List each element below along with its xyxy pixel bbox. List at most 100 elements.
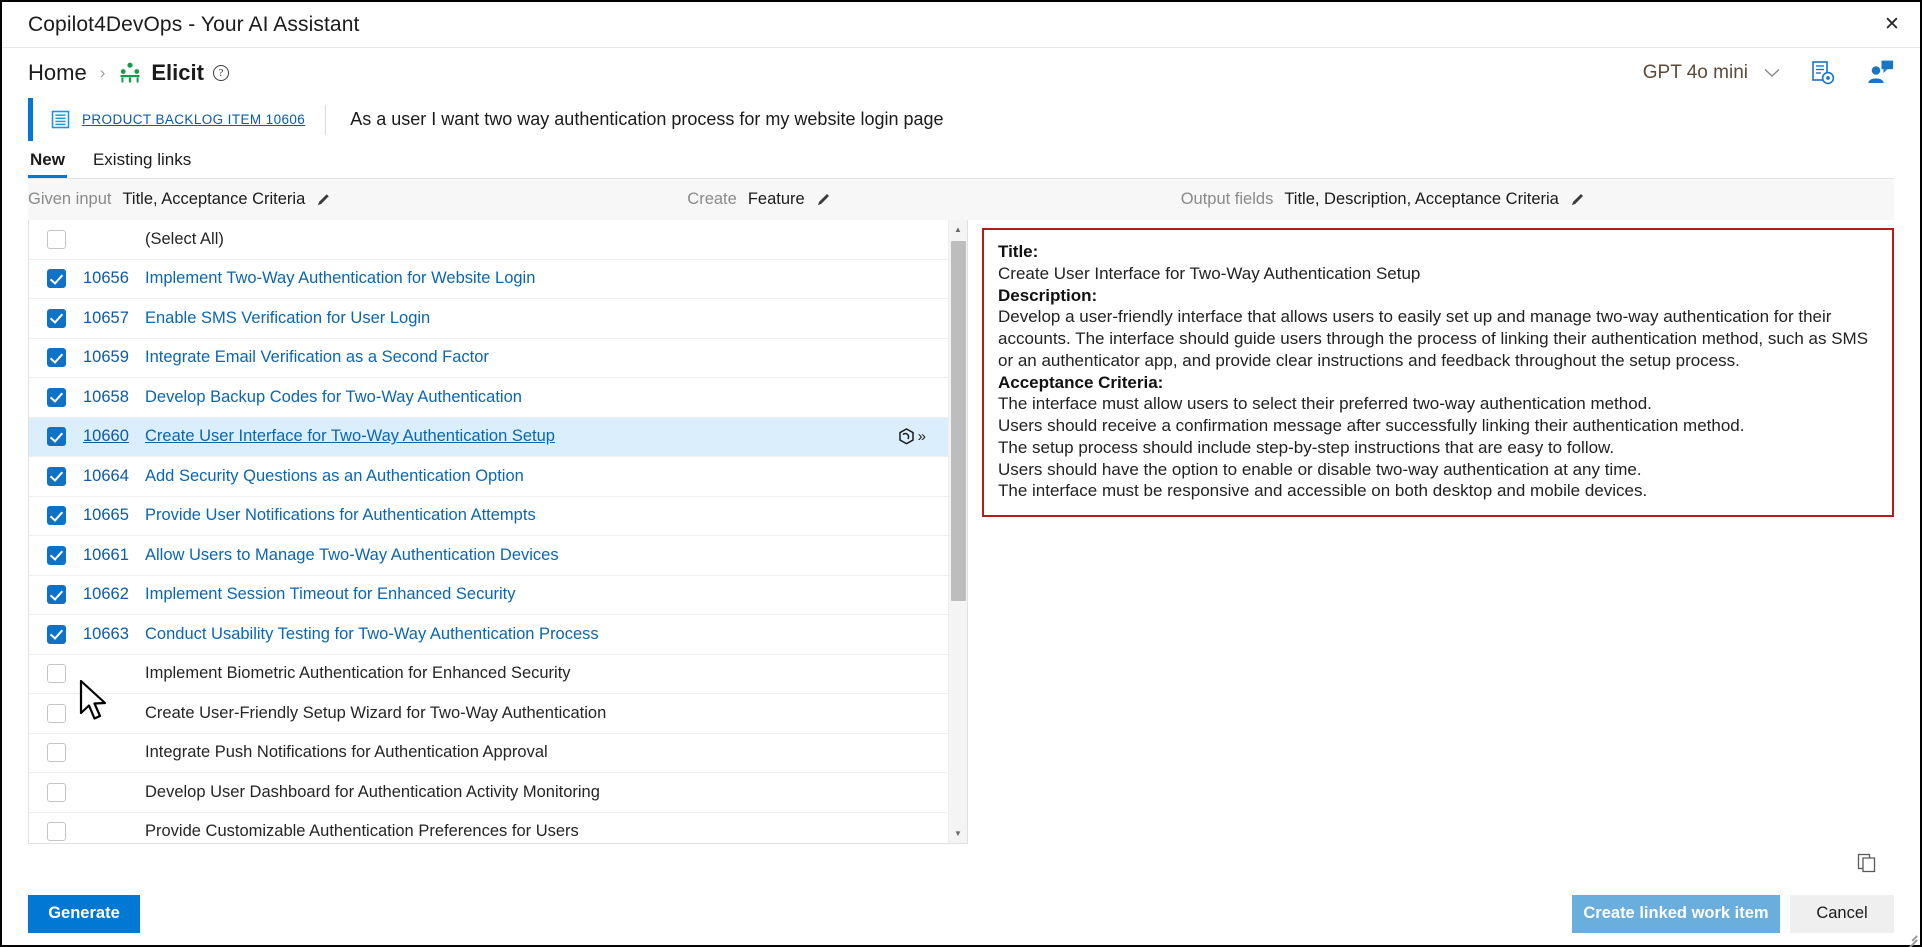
create-linked-work-item-button[interactable]: Create linked work item: [1572, 894, 1780, 933]
list-item[interactable]: Integrate Push Notifications for Authent…: [29, 734, 948, 773]
row-checkbox[interactable]: [47, 466, 66, 486]
user-chat-icon[interactable]: [1866, 60, 1894, 86]
row-checkbox[interactable]: [47, 624, 66, 644]
list-scrollbar[interactable]: ▲ ▼: [948, 220, 968, 843]
scroll-up-icon[interactable]: ▲: [949, 220, 968, 239]
breadcrumb-item-home[interactable]: Home: [28, 60, 87, 86]
footer-icon-bar: [28, 844, 1894, 883]
title-bar: Copilot4DevOps - Your AI Assistant ✕: [2, 2, 1920, 48]
tab-new[interactable]: New: [28, 150, 67, 178]
row-id[interactable]: 10656: [83, 269, 145, 288]
detail-acceptance-body: The interface must allow users to select…: [998, 393, 1878, 502]
list-item[interactable]: 10663 Conduct Usability Testing for Two-W…: [29, 615, 948, 654]
tab-existing-links[interactable]: Existing links: [91, 150, 193, 178]
row-title[interactable]: Create User-Friendly Setup Wizard for Tw…: [145, 704, 606, 723]
row-checkbox[interactable]: [47, 822, 66, 842]
row-checkbox[interactable]: [47, 269, 66, 289]
list-item[interactable]: 10657 Enable SMS Verification for User Lo…: [29, 299, 948, 338]
scroll-down-icon[interactable]: ▼: [949, 824, 968, 843]
row-title[interactable]: Implement Biometric Authentication for E…: [145, 664, 571, 683]
pencil-icon[interactable]: [1570, 192, 1585, 207]
detail-title-label: Title:: [998, 242, 1039, 262]
row-checkbox[interactable]: [47, 387, 66, 407]
row-title[interactable]: Implement Two-Way Authentication for Web…: [145, 269, 535, 288]
row-title[interactable]: Provide User Notifications for Authentic…: [145, 506, 536, 525]
row-title[interactable]: Integrate Email Verification as a Second…: [145, 348, 489, 367]
row-checkbox[interactable]: [47, 782, 66, 802]
row-checkbox[interactable]: [47, 308, 66, 328]
work-item-banner: PRODUCT BACKLOG ITEM 10606 As a user I w…: [28, 98, 1894, 142]
copilot-expand-icon[interactable]: »: [896, 427, 926, 447]
row-id[interactable]: 10665: [83, 506, 145, 525]
row-id[interactable]: 10663: [83, 625, 145, 644]
help-icon[interactable]: ?: [212, 65, 229, 81]
row-checkbox[interactable]: [47, 585, 66, 605]
row-title[interactable]: Allow Users to Manage Two-Way Authentica…: [145, 546, 559, 565]
list-item[interactable]: 10661 Allow Users to Manage Two-Way Authe…: [29, 536, 948, 575]
row-checkbox[interactable]: [47, 664, 66, 684]
row-checkbox[interactable]: [47, 506, 66, 526]
window-title: Copilot4DevOps - Your AI Assistant: [28, 12, 360, 36]
row-title[interactable]: Develop Backup Codes for Two-Way Authent…: [145, 388, 522, 407]
row-title[interactable]: Add Security Questions as an Authenticat…: [145, 467, 524, 486]
list-item[interactable]: Develop User Dashboard for Authenticatio…: [29, 773, 948, 812]
list-item[interactable]: 10662 Implement Session Timeout for Enhan…: [29, 576, 948, 615]
model-selector[interactable]: GPT 4o mini: [1643, 62, 1780, 84]
select-all-row[interactable]: (Select All): [29, 220, 948, 259]
list-item[interactable]: 10659 Integrate Email Verification as a S…: [29, 339, 948, 378]
row-title[interactable]: Implement Session Timeout for Enhanced S…: [145, 585, 516, 604]
field-bar: Given input Title, Acceptance Criteria C…: [28, 178, 1894, 221]
scrollbar-thumb[interactable]: [950, 241, 966, 602]
pencil-icon[interactable]: [816, 192, 831, 207]
row-id[interactable]: 10660: [83, 427, 145, 446]
model-name-label: GPT 4o mini: [1642, 62, 1748, 83]
given-input-group: Given input Title, Acceptance Criteria: [28, 190, 331, 209]
row-title[interactable]: Conduct Usability Testing for Two-Way Au…: [145, 625, 599, 644]
row-id[interactable]: 10661: [83, 546, 145, 565]
cancel-button[interactable]: Cancel: [1790, 894, 1894, 933]
row-title[interactable]: Enable SMS Verification for User Login: [145, 309, 430, 328]
row-id[interactable]: 10658: [83, 388, 145, 407]
list-item[interactable]: 10660 Create User Interface for Two-Way A…: [29, 417, 948, 457]
resize-grip-icon[interactable]: [1903, 928, 1918, 947]
given-input-value: Title, Acceptance Criteria: [122, 189, 306, 208]
row-checkbox[interactable]: [47, 427, 66, 447]
detail-title-value: Create User Interface for Two-Way Authen…: [998, 263, 1421, 283]
given-input-label: Given input: [28, 189, 112, 208]
document-settings-icon[interactable]: [1810, 60, 1836, 86]
breadcrumb-item-elicit[interactable]: Elicit: [151, 60, 204, 86]
list-item[interactable]: 10656 Implement Two-Way Authentication fo…: [29, 260, 948, 299]
list-item[interactable]: Create User-Friendly Setup Wizard for Tw…: [29, 694, 948, 733]
row-checkbox[interactable]: [47, 703, 66, 723]
row-checkbox[interactable]: [47, 348, 66, 368]
list-item[interactable]: 10664 Add Security Questions as an Authen…: [29, 457, 948, 496]
row-checkbox[interactable]: [47, 545, 66, 565]
list-item[interactable]: 10658 Develop Backup Codes for Two-Way Au…: [29, 378, 948, 417]
rows-host: 10656 Implement Two-Way Authentication fo…: [29, 260, 948, 843]
row-title[interactable]: Provide Customizable Authentication Pref…: [145, 822, 579, 841]
select-all-checkbox[interactable]: [47, 229, 66, 249]
row-checkbox[interactable]: [47, 743, 66, 763]
row-title[interactable]: Create User Interface for Two-Way Authen…: [145, 427, 555, 446]
generate-button[interactable]: Generate: [28, 894, 140, 933]
detail-panel: Title: Create User Interface for Two-Way…: [968, 220, 1894, 843]
create-group: Create Feature: [687, 190, 830, 209]
row-id[interactable]: 10659: [83, 348, 145, 367]
row-title[interactable]: Develop User Dashboard for Authenticatio…: [145, 783, 600, 802]
generated-item-preview: Title: Create User Interface for Two-Way…: [982, 228, 1894, 518]
acceptance-criteria-line: Users should have the option to enable o…: [998, 459, 1642, 479]
row-id[interactable]: 10664: [83, 467, 145, 486]
close-icon[interactable]: ✕: [1864, 2, 1920, 47]
row-id[interactable]: 10662: [83, 585, 145, 604]
list-item[interactable]: 10665 Provide User Notifications for Auth…: [29, 497, 948, 536]
copy-icon[interactable]: [1856, 852, 1878, 874]
pencil-icon[interactable]: [316, 192, 331, 207]
acceptance-criteria-line: The setup process should include step-by…: [998, 437, 1615, 457]
scrollbar-track[interactable]: [949, 239, 968, 823]
list-item[interactable]: Implement Biometric Authentication for E…: [29, 655, 948, 694]
row-title[interactable]: Integrate Push Notifications for Authent…: [145, 743, 548, 762]
row-id[interactable]: 10657: [83, 309, 145, 328]
list-item[interactable]: Provide Customizable Authentication Pref…: [29, 813, 948, 843]
work-item-id-link[interactable]: PRODUCT BACKLOG ITEM 10606: [82, 112, 305, 127]
suggestions-list: (Select All) 10656 Implement Two-Way Auth…: [29, 220, 948, 842]
